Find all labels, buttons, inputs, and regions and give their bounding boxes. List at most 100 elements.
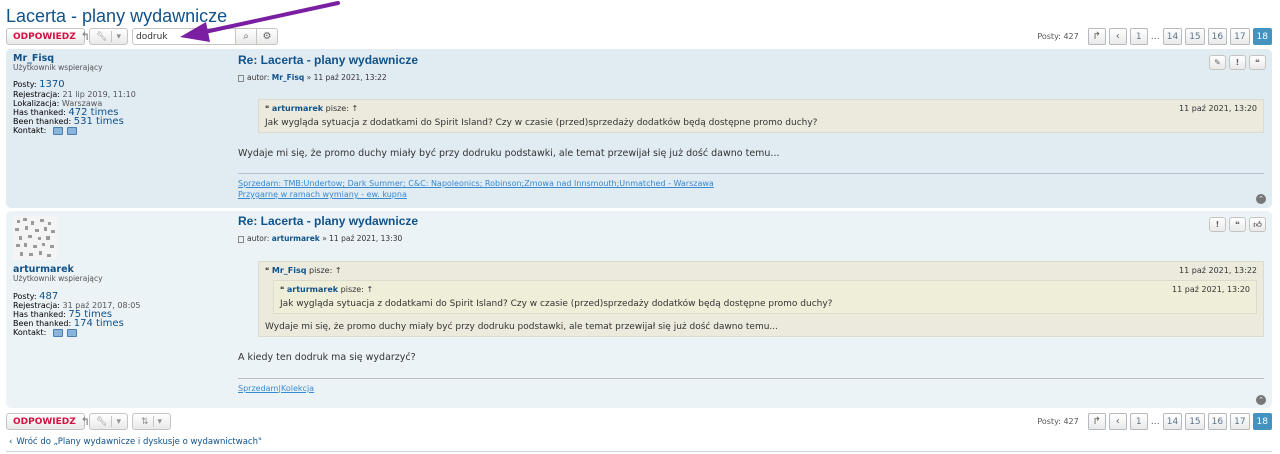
post-content: A kiedy ten dodruk ma się wydarzyć? [238,352,416,363]
posts-count: Posty: 427 [1037,417,1079,426]
quote-icon: ❝ [1235,220,1240,229]
chevron-left-icon: ‹ [9,437,13,447]
topic-title[interactable]: Lacerta - plany wydawnicze [6,6,227,27]
pencil-icon: ✎ [1214,58,1221,67]
quote-icon: ❝ [265,104,270,113]
topic-search: ⌕ ⚙ [132,28,279,45]
exclamation-icon: ! [1215,220,1220,229]
post-date: » 11 paź 2021, 13:22 [306,73,387,82]
post-body: Re: Lacerta - plany wydawnicze autor: ar… [238,214,1264,394]
share-arrow-icon: ↱ [1092,416,1101,427]
post-actions: ! ❝ 👍︎ [1206,217,1266,232]
search-icon: ⌕ [243,31,249,42]
quote-button[interactable]: ❝ [1229,217,1246,232]
post-title[interactable]: Re: Lacerta - plany wydawnicze [238,53,1264,67]
signature-link[interactable]: Sprzedam|Kolekcja [238,384,314,393]
quote-author[interactable]: Mr_Fisq [272,266,307,275]
page-link-17[interactable]: 17 [1230,413,1250,430]
quote-text: Jak wygląda sytuacja z dodatkami do Spir… [265,118,818,128]
page-link-15[interactable]: 15 [1185,413,1205,430]
post-author-line: autor: Mr_Fisq » 11 paź 2021, 13:22 [238,73,1264,82]
sort-options-button[interactable]: ⇅ ▾ [132,413,171,430]
quote-icon: ❝ [265,266,270,275]
topic-tools-button[interactable]: 🔧︎ ▾ [89,413,128,430]
post-author[interactable]: arturmarek [13,265,213,275]
chat-bubble-icon[interactable] [52,328,63,337]
reply-button[interactable]: ODPOWIEDZ ↰ [6,413,90,430]
page-ellipsis: … [1150,31,1160,42]
wrench-icon: 🔧︎ [96,416,108,427]
page-link-17[interactable]: 17 [1230,28,1250,45]
quote-text: Jak wygląda sytuacja z dodatkami do Spir… [280,299,833,309]
jump-to-page-button[interactable]: ↱ [1087,28,1106,45]
sort-icon: ⇅ [140,416,149,427]
post-icon [238,74,244,82]
signature: Sprzedam: TMB:Undertow; Dark Summer; C&C… [238,173,1264,200]
post-1: Mr_Fisq Użytkownik wspierający Posty: 13… [6,49,1272,208]
nested-quote-block: ❝ arturmarek pisze: ↑ 11 paź 2021, 13:20… [273,280,1257,314]
page-link-14[interactable]: 14 [1162,413,1183,430]
quote-block: ❝ Mr_Fisq pisze: ↑ 11 paź 2021, 13:22 ❝ … [258,261,1264,337]
quote-button[interactable]: ❝ [1249,55,1266,70]
signature: Sprzedam|Kolekcja [238,378,1264,394]
post-profile: arturmarek Użytkownik wspierający Posty:… [13,216,213,338]
bottom-action-bar: ODPOWIEDZ ↰ 🔧︎ ▾ ⇅ ▾ Posty: 427 ↱ ‹ 1 … 14… [6,413,1272,431]
report-button[interactable]: ! [1209,217,1226,232]
quote-icon: ❝ [280,285,285,294]
posts-count: Posty: 427 [1037,32,1079,41]
prev-page-button[interactable]: ‹ [1108,28,1127,45]
page-link-16[interactable]: 16 [1207,28,1228,45]
post-author-line: autor: arturmarek » 11 paź 2021, 13:30 [238,234,1264,243]
jump-to-page-button[interactable]: ↱ [1087,413,1106,430]
been-thanked-link[interactable]: 174 times [74,318,124,329]
page-link-1[interactable]: 1 [1129,28,1148,45]
post-author[interactable]: Mr_Fisq [13,54,213,64]
gear-icon: ⚙ [262,31,272,42]
been-thanked-link[interactable]: 531 times [74,116,124,127]
envelope-icon[interactable] [66,126,77,135]
quote-text: Wydaje mi się, że promo duchy miały być … [265,322,778,332]
signature-link[interactable]: Przygarnę w ramach wymiany - ew. kupna [238,190,407,199]
post-actions: ✎ ! ❝ [1206,55,1266,70]
quote-date: 11 paź 2021, 13:20 [1172,285,1250,294]
advanced-search-button[interactable]: ⚙ [257,28,278,45]
divider [6,451,1272,452]
caret-down-icon: ▾ [116,416,121,427]
signature-link[interactable]: Sprzedam: TMB:Undertow; Dark Summer; C&C… [238,179,714,188]
exclamation-icon: ! [1235,58,1240,67]
report-button[interactable]: ! [1229,55,1246,70]
reply-label: ODPOWIEDZ [13,31,76,42]
pagination-bottom: Posty: 427 ↱ ‹ 1 … 14 15 16 17 18 [1037,413,1272,430]
search-button[interactable]: ⌕ [236,28,257,45]
caret-down-icon: ▾ [116,31,121,42]
search-input[interactable] [132,28,236,45]
post-body: Re: Lacerta - plany wydawnicze autor: Mr… [238,53,1264,200]
page-link-14[interactable]: 14 [1162,28,1183,45]
quote-date: 11 paź 2021, 13:22 [1179,266,1257,275]
post-author-link[interactable]: Mr_Fisq [272,73,304,82]
chat-bubble-icon[interactable] [52,126,63,135]
envelope-icon[interactable] [66,328,77,337]
quote-author[interactable]: arturmarek [272,104,323,113]
prev-page-button[interactable]: ‹ [1108,413,1127,430]
edit-button[interactable]: ✎ [1209,55,1226,70]
page-link-1[interactable]: 1 [1129,413,1148,430]
back-to-top-icon[interactable]: ⌃ [1256,395,1266,405]
quote-block: ❝ arturmarek pisze: ↑ 11 paź 2021, 13:20… [258,99,1264,133]
post-content: Wydaje mi się, że promo duchy miały być … [238,148,780,159]
quote-icon: ❝ [1255,58,1260,67]
back-to-top-icon[interactable]: ⌃ [1256,194,1266,204]
post-author-link[interactable]: arturmarek [272,234,320,243]
back-to-forum-link[interactable]: ‹ Wróć do „Plany wydawnicze i dyskusje o … [9,437,262,447]
page-link-16[interactable]: 16 [1207,413,1228,430]
post-icon [238,235,244,243]
page-current: 18 [1252,413,1272,430]
quote-author[interactable]: arturmarek [287,285,338,294]
topic-tools-button[interactable]: 🔧︎ ▾ [89,28,128,45]
reply-button[interactable]: ODPOWIEDZ ↰ [6,28,90,45]
share-arrow-icon: ↱ [1092,31,1101,42]
page-link-15[interactable]: 15 [1185,28,1205,45]
wrench-icon: 🔧︎ [96,31,108,42]
post-title[interactable]: Re: Lacerta - plany wydawnicze [238,214,1264,228]
thanks-button[interactable]: 👍︎ [1249,217,1266,232]
